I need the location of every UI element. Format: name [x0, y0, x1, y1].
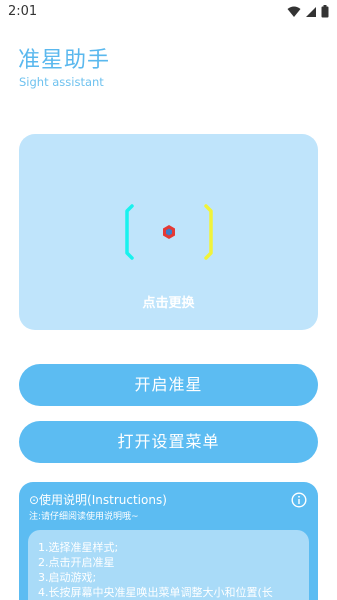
right-bracket	[204, 204, 213, 260]
wifi-icon	[287, 6, 301, 18]
change-crosshair-caption: 点击更换	[142, 296, 195, 311]
crosshair-preview-card[interactable]: 点击更换	[19, 134, 318, 330]
instructions-steps-panel: 1.选择准星样式; 2.点击开启准星 3.启动游戏; 4.长按屏幕中央准星唤出菜…	[28, 530, 309, 600]
status-icons	[287, 5, 329, 18]
instruction-step: 3.启动游戏;	[38, 571, 97, 584]
enable-crosshair-button[interactable]: 开启准星	[19, 364, 318, 406]
info-icon[interactable]	[291, 492, 307, 512]
instruction-step: 2.点击开启准星	[38, 556, 115, 569]
instructions-header: ⊙使用说明(Instructions)	[29, 493, 167, 507]
instructions-steps-list: 1.选择准星样式; 2.点击开启准星 3.启动游戏; 4.长按屏幕中央准星唤出菜…	[38, 540, 273, 600]
instructions-card: ⊙使用说明(Instructions) 注:请仔细阅读使用说明哦~ 1.选择准星…	[19, 482, 318, 600]
instruction-step: 4.长按屏幕中央准星唤出菜单调整大小和位置(长	[38, 586, 273, 599]
instruction-step: 1.选择准星样式;	[38, 541, 119, 554]
status-bar: 2:01	[0, 0, 337, 24]
battery-icon	[321, 5, 329, 18]
signal-icon	[305, 6, 317, 18]
left-bracket	[125, 204, 134, 260]
app-subtitle: Sight assistant	[19, 75, 104, 89]
crosshair-preview-graphic	[125, 204, 213, 260]
status-time: 2:01	[8, 4, 38, 19]
open-settings-menu-button[interactable]: 打开设置菜单	[19, 421, 318, 463]
app-title: 准星助手	[18, 48, 111, 73]
instructions-note: 注:请仔细阅读使用说明哦~	[29, 512, 139, 522]
